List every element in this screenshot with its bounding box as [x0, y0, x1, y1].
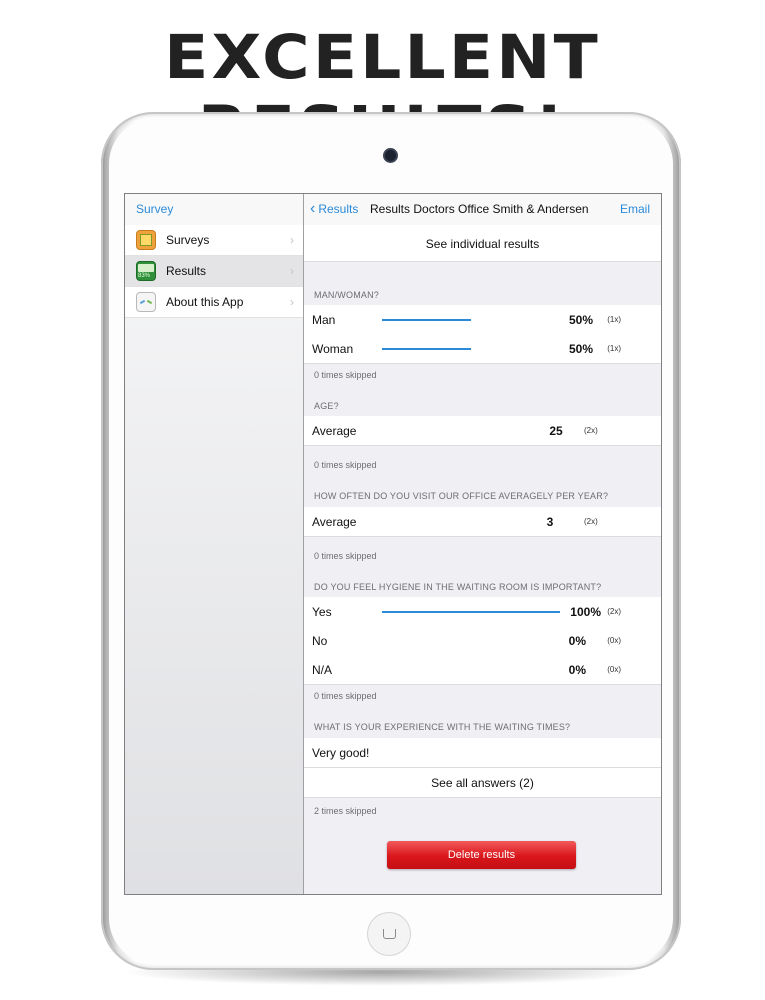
result-bar: [382, 611, 560, 613]
skipped-count: 2 times skipped: [314, 806, 377, 816]
chevron-right-icon: ›: [290, 295, 294, 309]
skipped-count: 0 times skipped: [314, 551, 377, 561]
sidebar-item-label: About this App: [166, 295, 244, 309]
section-header: AGE?: [314, 401, 339, 411]
section-header: HOW OFTEN DO YOU VISIT OUR OFFICE AVERAG…: [314, 491, 609, 501]
surveys-icon: [136, 230, 156, 250]
answer-row: No 0% (0x): [304, 626, 661, 656]
master-nav-bar: Survey: [125, 194, 303, 226]
back-button[interactable]: ‹ Results: [310, 200, 358, 217]
sidebar-item-label: Results: [166, 264, 207, 278]
sidebar-item-results[interactable]: 83% Results ›: [125, 256, 303, 287]
average-row: Average 3 (2x): [304, 507, 661, 537]
camera-icon: [385, 150, 396, 161]
detail-nav-bar: ‹ Results Results Doctors Office Smith & …: [304, 194, 661, 226]
delete-results-button[interactable]: Delete results: [387, 841, 576, 869]
master-pane: Survey Surveys › 83% Results › About thi…: [125, 194, 304, 894]
answer-row: Man 50% (1x): [304, 305, 661, 335]
see-all-answers-button[interactable]: See all answers (2): [304, 768, 661, 798]
section-header: DO YOU FEEL HYGIENE IN THE WAITING ROOM …: [314, 582, 602, 592]
chevron-left-icon: ‹: [310, 200, 316, 217]
app-screen: Survey Surveys › 83% Results › About thi…: [124, 193, 662, 895]
text-answer-row: Very good!: [304, 738, 661, 768]
home-button[interactable]: [367, 912, 411, 956]
answer-row: N/A 0% (0x): [304, 655, 661, 685]
chevron-right-icon: ›: [290, 233, 294, 247]
master-title: Survey: [136, 202, 174, 216]
detail-pane: ‹ Results Results Doctors Office Smith & …: [304, 194, 661, 894]
section-header: WHAT IS YOUR EXPERIENCE WITH THE WAITING…: [314, 722, 571, 732]
section-header: MAN/WOMAN?: [314, 290, 379, 300]
sidebar-item-surveys[interactable]: Surveys ›: [125, 225, 303, 256]
skipped-count: 0 times skipped: [314, 370, 377, 380]
about-icon: [136, 292, 156, 312]
result-bar: [382, 319, 471, 321]
chevron-right-icon: ›: [290, 264, 294, 278]
see-individual-results-button[interactable]: See individual results: [304, 225, 661, 262]
sidebar-item-about[interactable]: About this App ›: [125, 287, 303, 318]
skipped-count: 0 times skipped: [314, 691, 377, 701]
results-icon: 83%: [136, 261, 156, 281]
answer-row: Woman 50% (1x): [304, 334, 661, 364]
average-row: Average 25 (2x): [304, 416, 661, 446]
page-title: Results Doctors Office Smith & Andersen: [370, 202, 589, 216]
result-bar: [382, 348, 471, 350]
answer-row: Yes 100% (2x): [304, 597, 661, 627]
sidebar-item-label: Surveys: [166, 233, 210, 247]
skipped-count: 0 times skipped: [314, 460, 377, 470]
home-icon: [383, 929, 396, 939]
email-button[interactable]: Email: [620, 202, 650, 216]
